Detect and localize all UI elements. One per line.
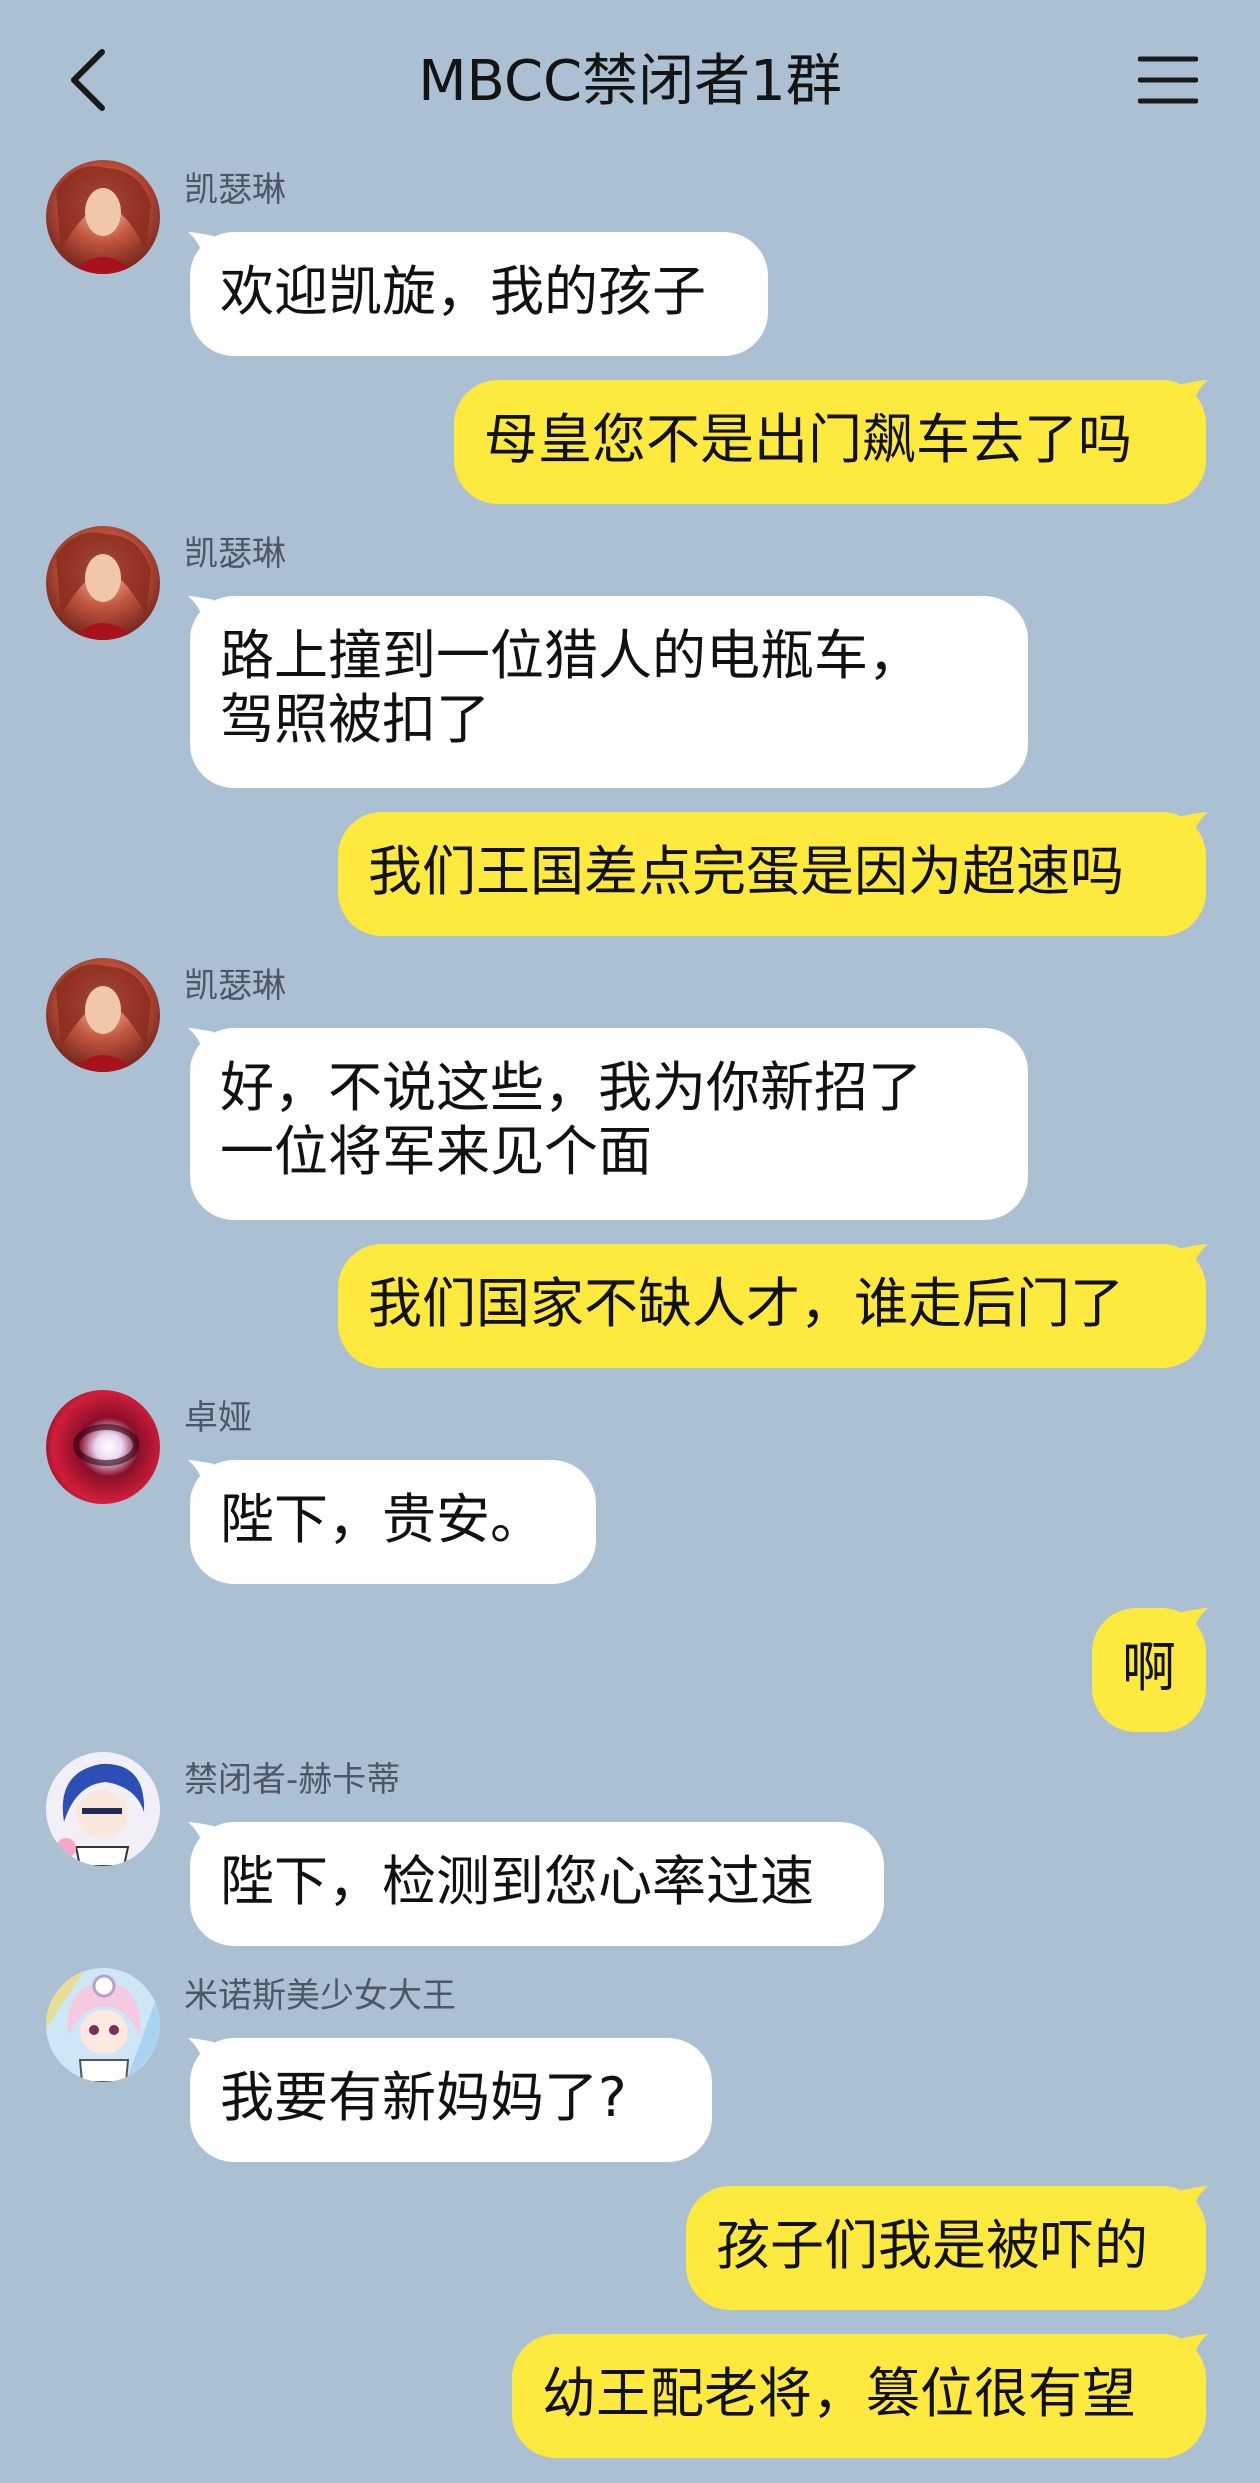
minos-avatar[interactable] (46, 1968, 160, 2082)
catherine-avatar[interactable] (46, 958, 160, 1072)
message-bubble[interactable]: 我要有新妈妈了? (190, 2038, 712, 2162)
hecate-avatar[interactable] (46, 1752, 160, 1866)
sender-name: 凯瑟琳 (184, 534, 286, 574)
message-bubble[interactable]: 好，不说这些，我为你新招了 一位将军来见个面 (190, 1028, 1028, 1220)
message-bubble[interactable]: 啊 (1092, 1608, 1206, 1732)
zoya-avatar[interactable] (46, 1390, 160, 1504)
message-bubble[interactable]: 陛下，贵安。 (190, 1460, 596, 1584)
page-title: MBCC禁闭者1群 (418, 49, 842, 114)
chevron-left-icon (71, 49, 105, 111)
message-bubble[interactable]: 我们王国差点完蛋是因为超速吗 (338, 812, 1206, 936)
message-bubble[interactable]: 孩子们我是被吓的 (686, 2186, 1206, 2310)
chat-header: MBCC禁闭者1群 (0, 0, 1260, 160)
sender-name: 凯瑟琳 (184, 966, 286, 1006)
message-bubble[interactable]: 陛下，检测到您心率过速 (190, 1822, 884, 1946)
sender-name: 卓娅 (184, 1398, 252, 1438)
message-bubble[interactable]: 欢迎凯旋，我的孩子 (190, 232, 768, 356)
catherine-avatar[interactable] (46, 160, 160, 274)
chat-screen: MBCC禁闭者1群 凯瑟琳 欢迎凯旋，我的孩子 母皇您不是出门飙车去了吗 凯瑟琳… (0, 0, 1260, 2483)
sender-name: 米诺斯美少女大王 (184, 1976, 456, 2016)
back-button[interactable] (48, 38, 128, 122)
message-bubble[interactable]: 母皇您不是出门飙车去了吗 (454, 380, 1206, 504)
sender-name: 禁闭者-赫卡蒂 (184, 1760, 401, 1800)
message-bubble[interactable]: 路上撞到一位猎人的电瓶车， 驾照被扣了 (190, 596, 1028, 788)
menu-button[interactable] (1120, 38, 1216, 122)
catherine-avatar[interactable] (46, 526, 160, 640)
hamburger-menu-icon (1138, 56, 1198, 104)
message-bubble[interactable]: 幼王配老将，篡位很有望 (512, 2334, 1206, 2458)
sender-name: 凯瑟琳 (184, 170, 286, 210)
message-bubble[interactable]: 我们国家不缺人才，谁走后门了 (338, 1244, 1206, 1368)
